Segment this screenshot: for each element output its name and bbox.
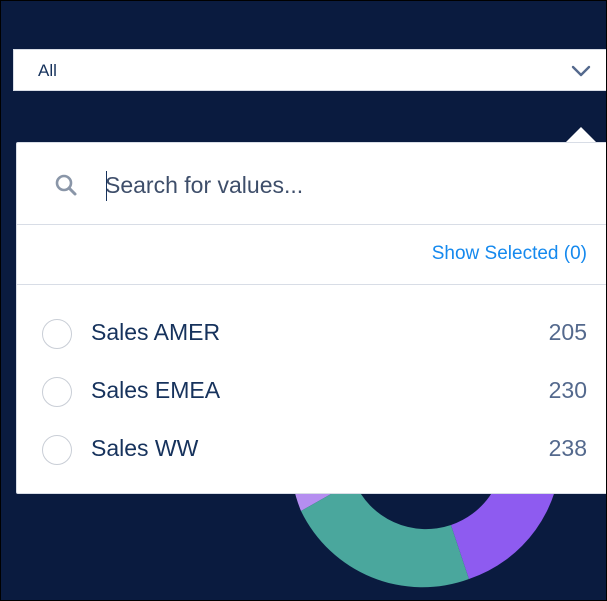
- search-row: [17, 143, 606, 225]
- filter-dropdown: Show Selected (0) Sales AMER 205 Sales E…: [16, 142, 606, 494]
- list-item-count: 230: [548, 377, 587, 403]
- search-icon: [55, 174, 77, 196]
- filter-selected-value: All: [38, 61, 57, 80]
- radio-button[interactable]: [42, 319, 72, 349]
- show-selected-link[interactable]: Show Selected (0): [432, 243, 587, 265]
- radio-button[interactable]: [42, 435, 72, 465]
- filter-select[interactable]: All: [13, 49, 606, 91]
- value-list: Sales AMER 205 Sales EMEA 230 Sales WW 2…: [17, 305, 606, 479]
- list-item-label: Sales WW: [91, 435, 199, 461]
- list-item[interactable]: Sales AMER 205: [17, 305, 606, 363]
- dashboard-canvas: All Show Selected (0) Sales AMER: [0, 0, 607, 601]
- list-item-label: Sales AMER: [91, 319, 221, 345]
- search-input[interactable]: [105, 165, 585, 205]
- radio-button[interactable]: [42, 377, 72, 407]
- list-item-label: Sales EMEA: [91, 377, 221, 403]
- list-item-count: 238: [548, 435, 587, 461]
- list-item[interactable]: Sales WW 238: [17, 421, 606, 479]
- chevron-down-icon[interactable]: [570, 60, 592, 82]
- list-item[interactable]: Sales EMEA 230: [17, 363, 606, 421]
- donut-segment-teal: [301, 481, 469, 588]
- text-cursor: [106, 171, 107, 201]
- show-selected-row: Show Selected (0): [17, 225, 606, 285]
- popover-pointer: [565, 127, 597, 143]
- list-item-count: 205: [548, 319, 587, 345]
